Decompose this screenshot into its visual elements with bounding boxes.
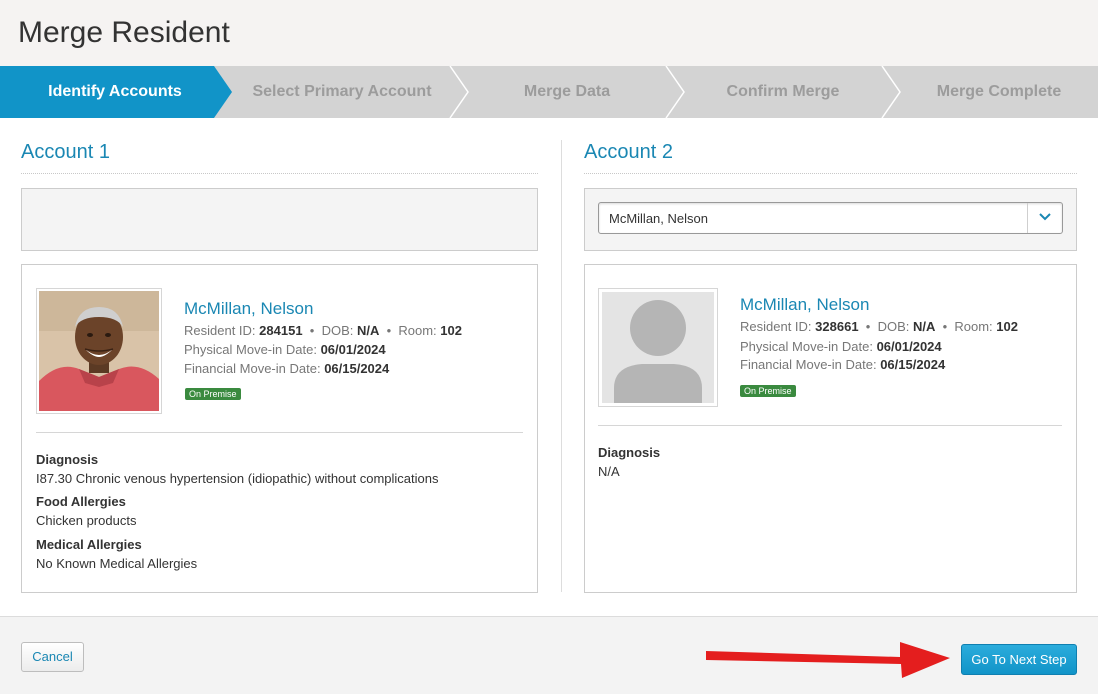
resident-id-label: Resident ID: [184,323,256,338]
step-identify-accounts: Identify Accounts [48,83,182,100]
account2-diagnosis-label: Diagnosis [598,445,661,460]
account2-divider [598,425,1062,426]
financial-movein-value: 06/15/2024 [324,361,390,376]
account2-diagnosis-value: N/A [598,464,620,479]
dob-value: N/A [912,319,936,334]
account2-title-divider [584,173,1077,174]
dropdown-toggle[interactable] [1027,203,1062,233]
account1-search-area [21,188,538,251]
account2-resident-ids: Resident ID: 328661 • DOB: N/A • Room: 1… [740,319,1018,334]
account2-status-badge: On Premise [740,385,796,397]
dob-label: DOB: [877,319,910,334]
room-value: 102 [996,319,1018,334]
step-merge-complete: Merge Complete [936,83,1062,100]
page-header: Merge Resident [0,0,1098,66]
dob-label: DOB: [321,323,354,338]
account1-resident-ids: Resident ID: 284151 • DOB: N/A • Room: 1… [184,323,462,338]
account1-divider [36,432,523,433]
column-divider [561,140,562,592]
room-label: Room: [398,323,437,338]
financial-movein-label: Financial Move-in Date: [740,357,877,372]
account1-medical-allergies-label: Medical Allergies [36,537,142,552]
physical-movein-value: 06/01/2024 [876,339,942,354]
account1-title-divider [21,173,538,174]
page-title: Merge Resident [18,16,230,49]
red-arrow-annotation-icon [706,642,950,678]
financial-movein-label: Financial Move-in Date: [184,361,321,376]
account1-food-allergies-value: Chicken products [36,513,137,528]
cancel-button[interactable]: Cancel [21,642,84,672]
account2-financial-movein: Financial Move-in Date: 06/15/2024 [740,357,945,372]
step-select-primary-account: Select Primary Account [252,83,432,100]
step-merge-data: Merge Data [523,83,611,100]
chevron-down-icon [1039,213,1051,221]
room-label: Room: [954,319,993,334]
room-value: 102 [440,323,462,338]
resident-id-value: 328661 [815,319,859,334]
account1-resident-name[interactable]: McMillan, Nelson [184,299,313,319]
account2-select-value: McMillan, Nelson [609,211,708,226]
avatar-placeholder-icon [602,292,714,403]
account1-diagnosis-value: I87.30 Chronic venous hypertension (idio… [36,471,439,486]
financial-movein-value: 06/15/2024 [880,357,946,372]
account1-status-badge: On Premise [185,388,241,400]
account1-title: Account 1 [21,141,110,163]
resident-id-label: Resident ID: [740,319,812,334]
account1-diagnosis-label: Diagnosis [36,452,99,467]
physical-movein-label: Physical Move-in Date: [184,342,317,357]
physical-movein-label: Physical Move-in Date: [740,339,873,354]
account2-physical-movein: Physical Move-in Date: 06/01/2024 [740,339,942,354]
step-confirm-merge: Confirm Merge [726,83,840,100]
account1-food-allergies-label: Food Allergies [36,494,126,509]
dob-value: N/A [356,323,380,338]
resident-photo-icon [39,291,159,411]
account2-title: Account 2 [584,141,673,163]
resident-id-value: 284151 [259,323,303,338]
account1-physical-movein: Physical Move-in Date: 06/01/2024 [184,342,386,357]
go-to-next-step-button[interactable]: Go To Next Step [961,644,1077,675]
account1-photo [36,288,162,414]
account2-photo [598,288,718,407]
account2-resident-select[interactable]: McMillan, Nelson [598,202,1063,234]
physical-movein-value: 06/01/2024 [320,342,386,357]
account2-resident-name[interactable]: McMillan, Nelson [740,295,869,315]
account1-medical-allergies-value: No Known Medical Allergies [36,556,198,571]
wizard-steps: Identify Accounts Select Primary Account… [0,66,1098,118]
account1-financial-movein: Financial Move-in Date: 06/15/2024 [184,361,389,376]
